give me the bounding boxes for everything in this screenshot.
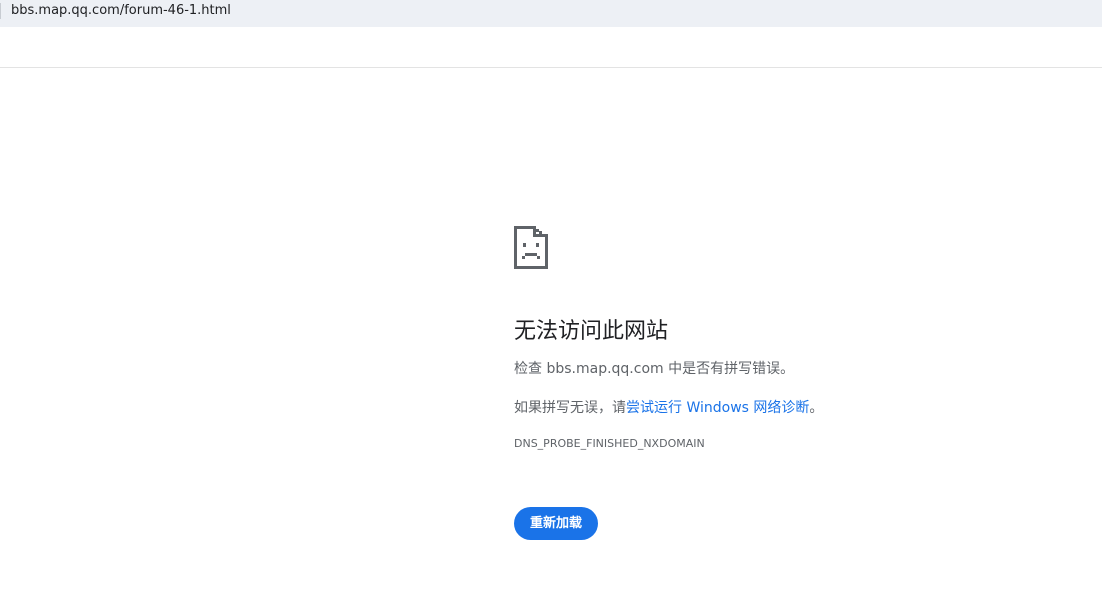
check-suffix: 中是否有拼写错误。 (663, 361, 795, 377)
address-bar-edge (0, 3, 1, 19)
network-diagnostics-link[interactable]: 尝试运行 Windows 网络诊断 (626, 400, 809, 416)
url-text[interactable]: bbs.map.qq.com/forum-46-1.html (11, 3, 231, 18)
error-content: 无法访问此网站 检查 bbs.map.qq.com 中是否有拼写错误。 如果拼写… (514, 226, 1074, 540)
toolbar-strip (0, 27, 1102, 68)
diag-prefix: 如果拼写无误，请 (514, 400, 626, 416)
diag-suffix: 。 (809, 400, 824, 416)
sad-page-icon (514, 226, 548, 269)
domain-text: bbs.map.qq.com (546, 361, 664, 377)
spelling-check-message: 检查 bbs.map.qq.com 中是否有拼写错误。 (514, 359, 1074, 379)
error-title: 无法访问此网站 (514, 319, 669, 344)
check-prefix: 检查 (514, 361, 547, 377)
diagnostics-message: 如果拼写无误，请尝试运行 Windows 网络诊断。 (514, 398, 1074, 418)
reload-button[interactable]: 重新加载 (514, 507, 598, 540)
error-code: DNS_PROBE_FINISHED_NXDOMAIN (514, 437, 705, 450)
address-bar[interactable]: bbs.map.qq.com/forum-46-1.html (0, 0, 1102, 27)
